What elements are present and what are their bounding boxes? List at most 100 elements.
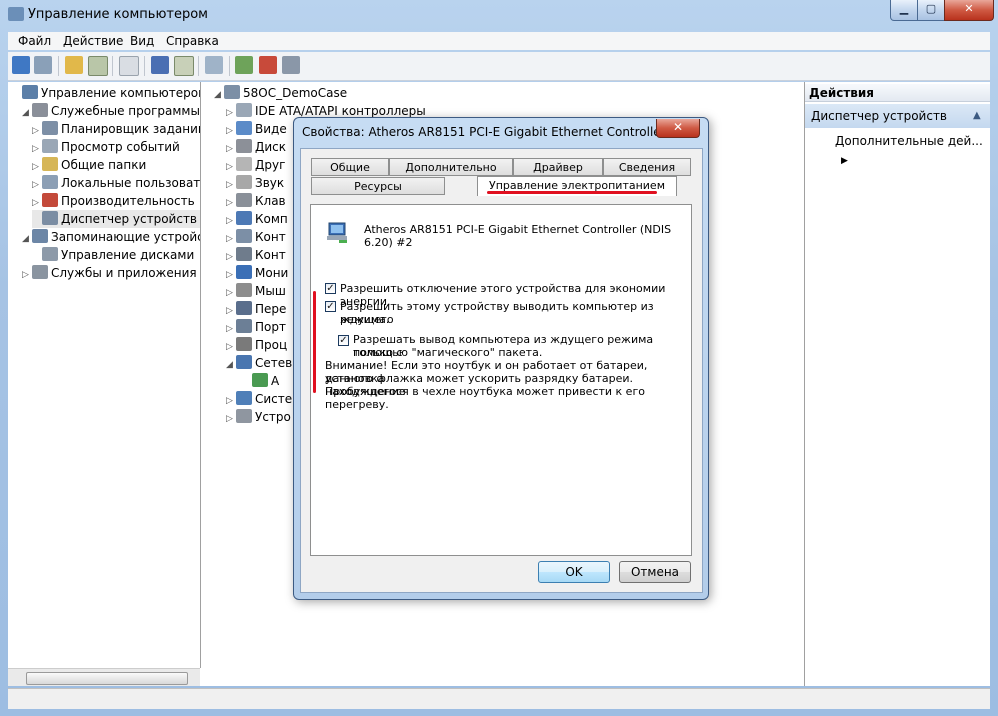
device-category[interactable]: ▷ Конт (226, 246, 286, 264)
device-category[interactable]: ▷ Конт (226, 228, 286, 246)
toolbar-separator (58, 56, 59, 76)
allow-power-off-checkbox[interactable]: ✓ (325, 283, 336, 294)
device-category-label: Устро (255, 410, 291, 424)
disable-device-icon[interactable] (282, 56, 300, 74)
magic-packet-label-line2: помощью "магического" пакета. (353, 346, 543, 359)
submenu-arrow-icon: ▶ (841, 156, 848, 166)
update-driver-icon[interactable] (235, 56, 253, 74)
device-category-label: Конт (255, 230, 286, 244)
expand-icon[interactable]: ▷ (226, 410, 236, 428)
device-icon (236, 319, 252, 333)
properties-dialog: Свойства: Atheros AR8151 PCI-E Gigabit E… (293, 117, 709, 600)
nav-tree-item-label: Служебные программы (51, 104, 200, 118)
nav-tree-item[interactable]: ◢ Запоминающие устройст (22, 228, 201, 248)
nav-tree-item[interactable]: Управление дисками (32, 246, 198, 264)
app-icon (8, 7, 24, 21)
tab-details[interactable]: Сведения (603, 158, 691, 176)
device-category-label: Мони (255, 266, 289, 280)
device-category-label: Проц (255, 338, 288, 352)
device-category[interactable]: ▷ Систе (226, 390, 292, 408)
collapse-icon[interactable]: ▲ (973, 104, 981, 128)
title-bar: Управление компьютером ▁ ▢ ✕ (0, 0, 998, 30)
device-category[interactable]: ▷ Порт (226, 318, 286, 336)
device-category[interactable]: ▷ Мыш (226, 282, 286, 300)
scrollbar-thumb[interactable] (26, 672, 188, 685)
properties-icon[interactable] (119, 56, 139, 76)
toolbar-separator (112, 56, 113, 76)
actions-more-link[interactable]: Дополнительные дей... ▶ (835, 132, 990, 170)
device-category[interactable]: ▷ Диск (226, 138, 286, 156)
uninstall-icon[interactable] (259, 56, 277, 74)
actions-section-device-manager[interactable]: Диспетчер устройств ▲ (805, 104, 990, 128)
nav-tree-item-label: Просмотр событий (61, 140, 180, 154)
maximize-button[interactable]: ▢ (917, 0, 945, 21)
nav-tree-item[interactable]: ▷ Общие папки (32, 156, 150, 174)
up-folder-icon[interactable] (65, 56, 83, 74)
minimize-button[interactable]: ▁ (890, 0, 918, 21)
nav-tree-item-label: Запоминающие устройст (51, 230, 201, 244)
menu-file[interactable]: Файл (18, 34, 51, 48)
device-category[interactable]: А (242, 372, 279, 390)
device-category[interactable]: ▷ Мони (226, 264, 288, 282)
device-category[interactable]: ▷ Виде (226, 120, 287, 138)
show-tree-icon[interactable] (88, 56, 108, 76)
nav-tree-item[interactable]: ▷ Локальные пользовате (32, 174, 200, 192)
nav-tree-item-label: Службы и приложения (51, 266, 197, 280)
nav-tree-item[interactable]: ▷ Планировщик заданий (32, 120, 201, 138)
collapse-icon[interactable]: ◢ (22, 230, 32, 248)
toolbar (8, 52, 990, 81)
device-category[interactable]: ▷ Клав (226, 192, 286, 210)
nav-tree-item[interactable]: ▷ Просмотр событий (32, 138, 184, 156)
help-icon[interactable] (151, 56, 169, 74)
dialog-body: Общие Дополнительно Драйвер Сведения Рес… (300, 148, 703, 593)
device-category[interactable]: ▷ Проц (226, 336, 287, 354)
tree-node-icon (42, 175, 58, 189)
device-category[interactable]: ▷ Друг (226, 156, 285, 174)
magic-packet-checkbox[interactable]: ✓ (338, 335, 349, 346)
scan-hardware-icon[interactable] (205, 56, 223, 74)
nav-tree-item[interactable]: Диспетчер устройств (32, 210, 200, 228)
toolbar-separator (144, 56, 145, 76)
device-category-label: Комп (255, 212, 288, 226)
dialog-close-button[interactable]: ✕ (656, 119, 700, 138)
device-category[interactable]: ▷ Пере (226, 300, 286, 318)
allow-wake-label-line1: Разрешить этому устройству выводить комп… (340, 300, 654, 326)
nav-tree-item-label: Планировщик заданий (61, 122, 201, 136)
device-icon (236, 391, 252, 405)
tab-driver[interactable]: Драйвер (513, 158, 603, 176)
tab-resources[interactable]: Ресурсы (311, 177, 445, 195)
nav-tree-item[interactable]: ▷ Производительность (32, 192, 199, 210)
device-name: Atheros AR8151 PCI-E Gigabit Ethernet Co… (364, 223, 672, 249)
ok-button[interactable]: OK (538, 561, 610, 583)
device-category-label: Звук (255, 176, 285, 190)
menu-action[interactable]: Действие (63, 34, 123, 48)
menu-view[interactable]: Вид (130, 34, 154, 48)
collapse-icon[interactable]: ◢ (226, 356, 236, 374)
device-category[interactable]: ▷ Звук (226, 174, 284, 192)
nav-tree-item-label: Общие папки (61, 158, 147, 172)
nav-tree-item[interactable]: Управление компьютером (л (12, 84, 200, 102)
annotation-underline (487, 191, 657, 194)
tree-node-icon (42, 121, 58, 135)
close-button[interactable]: ✕ (944, 0, 994, 21)
horizontal-scrollbar[interactable] (8, 668, 200, 686)
power-management-panel: Atheros AR8151 PCI-E Gigabit Ethernet Co… (310, 204, 692, 556)
back-icon[interactable] (12, 56, 30, 74)
expand-icon[interactable]: ▷ (22, 266, 32, 284)
device-category[interactable]: ◢ Сетев (226, 354, 292, 372)
allow-wake-label-line2: режима. (340, 313, 390, 326)
collapse-icon[interactable]: ◢ (22, 104, 32, 122)
device-tree-root[interactable]: ◢ 58OC_DemoCase (214, 84, 347, 102)
action-pane-icon[interactable] (174, 56, 194, 76)
menu-help[interactable]: Справка (166, 34, 219, 48)
nav-tree-item[interactable]: ◢ Служебные программы (22, 102, 200, 122)
nav-tree-item[interactable]: ▷ Службы и приложения (22, 264, 200, 284)
device-category[interactable]: ▷ Устро (226, 408, 291, 426)
forward-icon[interactable] (34, 56, 52, 74)
allow-wake-checkbox[interactable]: ✓ (325, 301, 336, 312)
tab-advanced[interactable]: Дополнительно (389, 158, 513, 176)
tab-general[interactable]: Общие (311, 158, 389, 176)
nav-tree-item-label: Производительность (61, 194, 195, 208)
device-category[interactable]: ▷ Комп (226, 210, 288, 228)
cancel-button[interactable]: Отмена (619, 561, 691, 583)
